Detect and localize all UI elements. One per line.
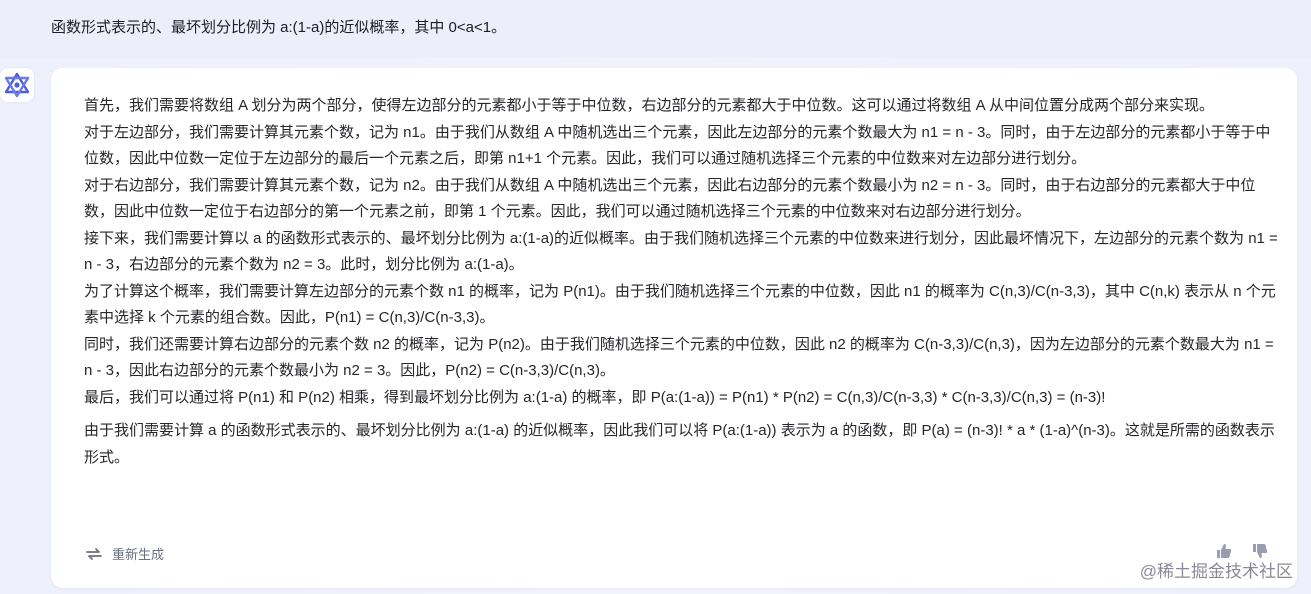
answer-paragraph: 对于左边部分，我们需要计算其元素个数，记为 n1。由于我们从数组 A 中随机选出… [84, 123, 1271, 168]
regenerate-label: 重新生成 [112, 547, 165, 562]
answer-paragraph: 同时，我们还需要计算右边部分的元素个数 n2 的概率，记为 P(n2)。由于我们… [84, 335, 1274, 380]
assistant-avatar [0, 68, 34, 102]
answer-paragraph: 接下来，我们需要计算以 a 的函数形式表示的、最坏划分比例为 a:(1-a)的近… [84, 229, 1278, 274]
answer-paragraph: 首先，我们需要将数组 A 划分为两个部分，使得左边部分的元素都小于等于中位数，右… [84, 97, 1215, 114]
regenerate-button[interactable]: 重新生成 [84, 544, 164, 563]
answer-paragraph: 由于我们需要计算 a 的函数形式表示的、最坏划分比例为 a:(1-a) 的近似概… [84, 422, 1275, 466]
site-watermark: @稀土掘金技术社区 [1139, 562, 1293, 581]
question-text: 函数形式表示的、最坏划分比例为 a:(1-a)的近似概率，其中 0<a<1。 [51, 19, 507, 36]
answer-paragraph: 最后，我们可以通过将 P(n1) 和 P(n2) 相乘，得到最坏划分比例为 a:… [84, 388, 1106, 406]
answer-card: 首先，我们需要将数组 A 划分为两个部分，使得左边部分的元素都小于等于中位数，右… [51, 68, 1297, 588]
question-bar: 函数形式表示的、最坏划分比例为 a:(1-a)的近似概率，其中 0<a<1。 [0, 0, 1311, 58]
answer-paragraph: 对于右边部分，我们需要计算其元素个数，记为 n2。由于我们从数组 A 中随机选出… [84, 176, 1256, 221]
answer-body: 首先，我们需要将数组 A 划分为两个部分，使得左边部分的元素都小于等于中位数，右… [84, 93, 1284, 471]
answer-paragraph: 为了计算这个概率，我们需要计算左边部分的元素个数 n1 的概率，记为 P(n1)… [84, 282, 1276, 327]
refresh-icon [86, 547, 102, 560]
assistant-logo-icon [4, 72, 30, 98]
